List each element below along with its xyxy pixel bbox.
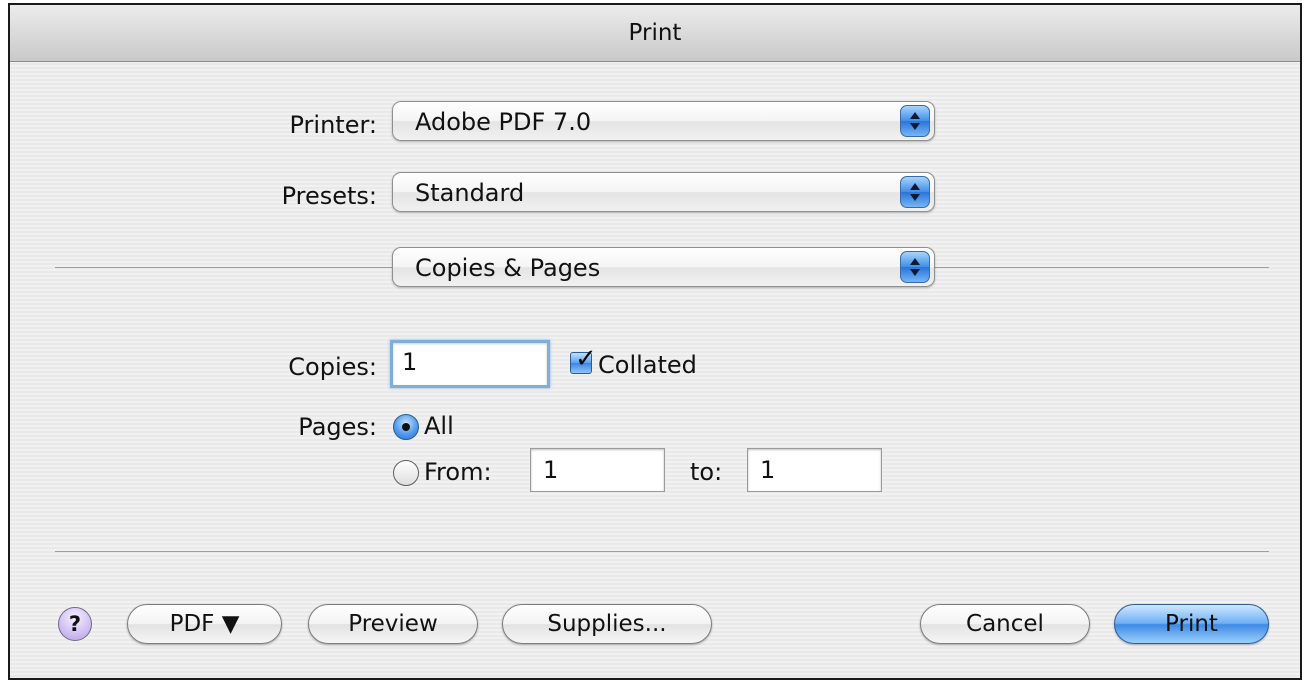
cancel-button[interactable]: Cancel [920, 604, 1090, 644]
to-label: to: [690, 458, 723, 486]
to-page-field[interactable]: 1 [747, 448, 882, 492]
preview-button[interactable]: Preview [308, 604, 478, 644]
from-label: From: [424, 458, 492, 486]
separator-line [55, 551, 1269, 552]
separator-line [935, 267, 1269, 268]
from-page-field[interactable]: 1 [530, 448, 665, 492]
printer-popup[interactable]: Adobe PDF 7.0 [392, 101, 935, 141]
printer-label: Printer: [289, 111, 377, 139]
help-button[interactable]: ? [58, 607, 92, 641]
pages-label: Pages: [298, 413, 377, 441]
copies-label: Copies: [288, 353, 377, 381]
checkmark-icon: ✓ [575, 344, 597, 374]
presets-value: Standard [415, 179, 525, 207]
panel-popup[interactable]: Copies & Pages [392, 247, 935, 287]
separator-line [55, 267, 392, 268]
print-dialog: Print Printer: Adobe PDF 7.0 Presets: St… [8, 3, 1302, 680]
collated-checkbox[interactable]: ✓ [570, 344, 597, 374]
popup-arrows-icon [900, 251, 930, 283]
pdf-menu-button[interactable]: PDF ▼ [127, 604, 282, 644]
title-bar: Print [10, 5, 1300, 62]
printer-value: Adobe PDF 7.0 [415, 108, 592, 136]
all-pages-radio[interactable] [393, 414, 419, 440]
window-title: Print [628, 20, 682, 46]
all-pages-label: All [424, 412, 454, 440]
popup-arrows-icon [900, 176, 930, 208]
print-button[interactable]: Print [1114, 604, 1269, 644]
presets-label: Presets: [281, 182, 377, 210]
copies-field[interactable]: 1 [390, 340, 550, 388]
collated-label: Collated [598, 351, 697, 379]
radio-dot-icon [402, 423, 410, 431]
from-pages-radio[interactable] [393, 460, 419, 486]
presets-popup[interactable]: Standard [392, 172, 935, 212]
panel-value: Copies & Pages [415, 254, 601, 282]
popup-arrows-icon [900, 105, 930, 137]
supplies-button[interactable]: Supplies... [502, 604, 712, 644]
